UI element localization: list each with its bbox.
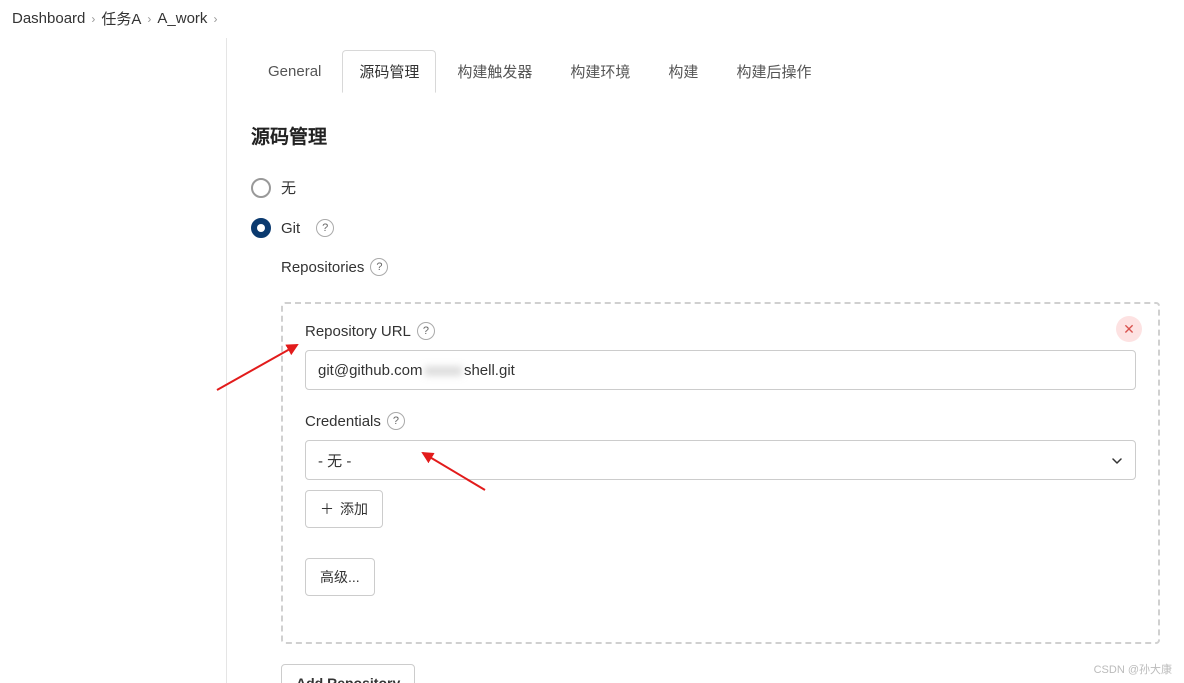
credentials-field: Credentials ? - 无 - ＋ 添加 <box>305 412 1136 596</box>
credentials-label: Credentials <box>305 413 381 430</box>
scm-radio-group: 无 Git ? <box>251 177 1160 238</box>
breadcrumb: Dashboard › 任务A › A_work › <box>0 0 1184 38</box>
tab-post-build[interactable]: 构建后操作 <box>719 50 828 93</box>
sidebar <box>0 38 227 683</box>
chevron-right-icon: › <box>213 12 217 26</box>
repositories-section: Repositories ? ✕ Repository URL ? git@gi… <box>281 258 1160 683</box>
radio-row-none: 无 <box>251 177 1160 198</box>
tab-build[interactable]: 构建 <box>651 50 715 93</box>
radio-git-label: Git <box>281 220 300 237</box>
watermark: CSDN @孙大康 <box>1094 661 1172 677</box>
repo-url-input[interactable]: git@github.com xxxxx shell.git <box>305 350 1136 390</box>
repositories-label: Repositories ? <box>281 258 388 276</box>
radio-none[interactable] <box>251 178 271 198</box>
tab-row: General 源码管理 构建触发器 构建环境 构建 构建后操作 <box>227 38 1184 94</box>
section-title: 源码管理 <box>251 122 1160 149</box>
help-icon[interactable]: ? <box>417 322 435 340</box>
help-icon[interactable]: ? <box>387 412 405 430</box>
radio-git[interactable] <box>251 218 271 238</box>
content-area: General 源码管理 构建触发器 构建环境 构建 构建后操作 源码管理 无 … <box>227 38 1184 683</box>
help-icon[interactable]: ? <box>316 219 334 237</box>
plus-icon: ＋ <box>320 499 334 519</box>
radio-none-label: 无 <box>281 177 296 198</box>
add-repository-button[interactable]: Add Repository <box>281 664 415 683</box>
breadcrumb-item-dashboard[interactable]: Dashboard <box>12 10 85 27</box>
advanced-button[interactable]: 高级... <box>305 558 375 596</box>
tab-triggers[interactable]: 构建触发器 <box>440 50 549 93</box>
credentials-select[interactable]: - 无 - <box>305 440 1136 480</box>
scm-section: 源码管理 无 Git ? Repositories ? ✕ <box>227 94 1184 683</box>
chevron-right-icon: › <box>91 12 95 26</box>
repo-url-field: Repository URL ? git@github.com xxxxx sh… <box>305 322 1136 390</box>
close-icon[interactable]: ✕ <box>1116 316 1142 342</box>
tab-general[interactable]: General <box>251 52 338 91</box>
repository-chunk: ✕ Repository URL ? git@github.com xxxxx … <box>281 302 1160 644</box>
help-icon[interactable]: ? <box>370 258 388 276</box>
add-credential-button[interactable]: ＋ 添加 <box>305 490 383 528</box>
tab-build-env[interactable]: 构建环境 <box>553 50 647 93</box>
chevron-right-icon: › <box>147 12 151 26</box>
chevron-down-icon <box>1111 454 1123 466</box>
repo-url-label: Repository URL <box>305 323 411 340</box>
breadcrumb-item-work[interactable]: A_work <box>157 10 207 27</box>
breadcrumb-item-task[interactable]: 任务A <box>101 8 141 29</box>
radio-row-git: Git ? <box>251 218 1160 238</box>
tab-scm[interactable]: 源码管理 <box>342 50 436 93</box>
